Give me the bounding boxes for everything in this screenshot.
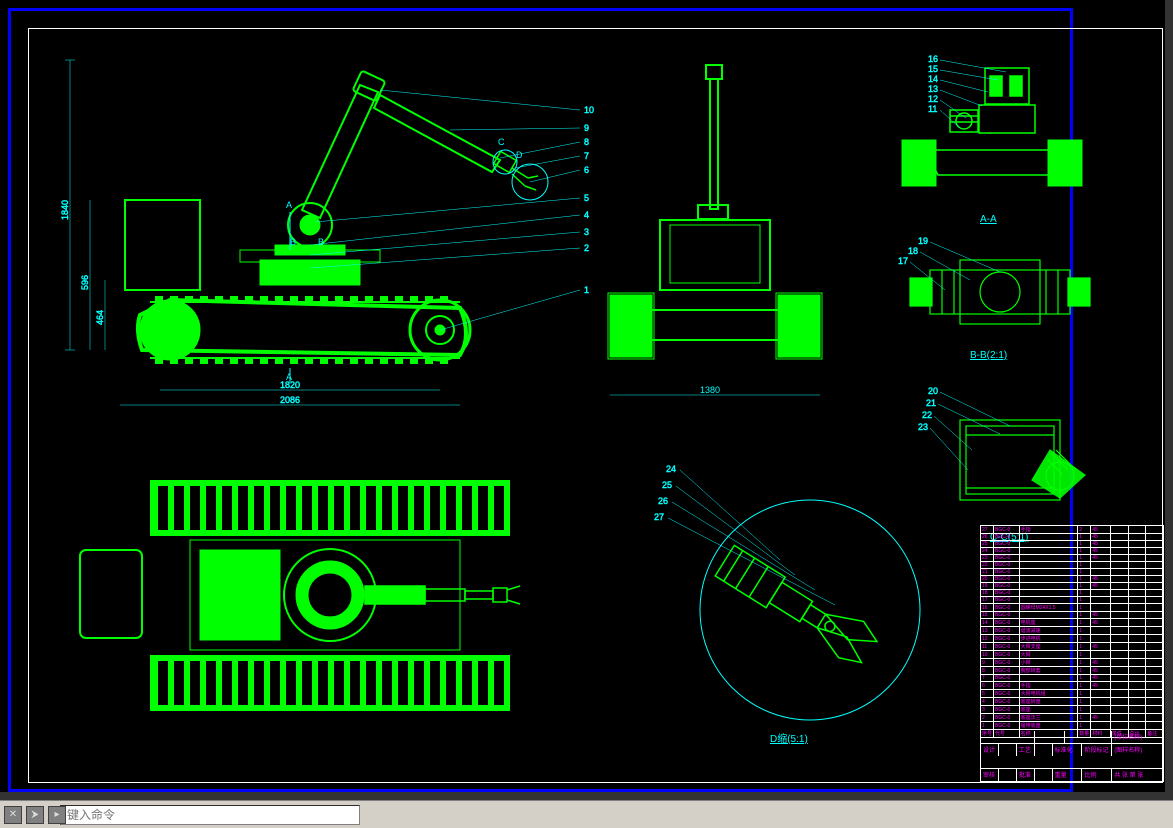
top-view xyxy=(70,460,590,740)
front-view: 1380 xyxy=(580,55,860,415)
svg-text:13: 13 xyxy=(928,84,938,94)
cmd-chevron-icon[interactable]: ▸ xyxy=(48,806,66,824)
cmd-close-icon[interactable]: ✕ xyxy=(4,806,22,824)
svg-text:B: B xyxy=(290,237,296,247)
svg-text:19: 19 xyxy=(918,236,928,246)
section-bb: 19 18 17 B-B(2:1) xyxy=(870,230,1110,370)
svg-text:22: 22 xyxy=(922,410,932,420)
svg-text:D缩(5:1): D缩(5:1) xyxy=(770,732,808,745)
vertical-scrollbar[interactable] xyxy=(1165,0,1173,800)
svg-text:C: C xyxy=(498,137,505,147)
svg-text:B: B xyxy=(318,237,324,247)
bom-table: 27BGC-0手指24526BGC-014525BGC-014524BGC-01… xyxy=(980,525,1164,738)
command-bar: ✕ ⮞ ▸ xyxy=(0,800,1173,828)
svg-text:464: 464 xyxy=(95,310,105,325)
detail-d: 24 25 26 27 D缩(5:1) xyxy=(600,450,960,750)
svg-text:1840: 1840 xyxy=(60,200,70,220)
side-view: 1840 596 464 1820 2086 xyxy=(60,50,600,420)
svg-text:1380: 1380 xyxy=(700,385,720,395)
svg-text:B-B(2:1): B-B(2:1) xyxy=(970,350,1007,361)
svg-text:17: 17 xyxy=(898,256,908,266)
title-block: (单位名称) 设计 工艺 标准化 阶段标记 (图样名称) 审核 批准 重量 比例… xyxy=(980,731,1164,782)
svg-text:18: 18 xyxy=(908,246,918,256)
section-aa: 16 15 14 13 12 11 A-A xyxy=(870,50,1110,230)
cmd-expand-icon[interactable]: ⮞ xyxy=(26,806,44,824)
svg-text:14: 14 xyxy=(928,74,938,84)
svg-text:23: 23 xyxy=(918,422,928,432)
horizontal-scrollbar[interactable] xyxy=(0,792,1165,800)
svg-text:25: 25 xyxy=(662,480,672,490)
drawing-canvas[interactable]: 1840 596 464 18 20 2086 xyxy=(0,0,1173,800)
svg-text:12: 12 xyxy=(928,94,938,104)
svg-text:16: 16 xyxy=(928,54,938,64)
svg-text:20: 20 xyxy=(928,386,938,396)
svg-text:A: A xyxy=(286,200,292,210)
svg-text:596: 596 xyxy=(80,275,90,290)
svg-text:27: 27 xyxy=(654,512,664,522)
svg-text:11: 11 xyxy=(928,104,937,114)
svg-text:24: 24 xyxy=(666,464,676,474)
svg-text:26: 26 xyxy=(658,496,668,506)
svg-text:A-A: A-A xyxy=(980,214,997,225)
svg-text:15: 15 xyxy=(928,64,938,74)
svg-text:2086: 2086 xyxy=(280,395,300,405)
command-input[interactable] xyxy=(60,805,360,825)
svg-text:D: D xyxy=(516,150,523,160)
svg-text:A: A xyxy=(286,372,292,382)
svg-text:21: 21 xyxy=(926,398,936,408)
